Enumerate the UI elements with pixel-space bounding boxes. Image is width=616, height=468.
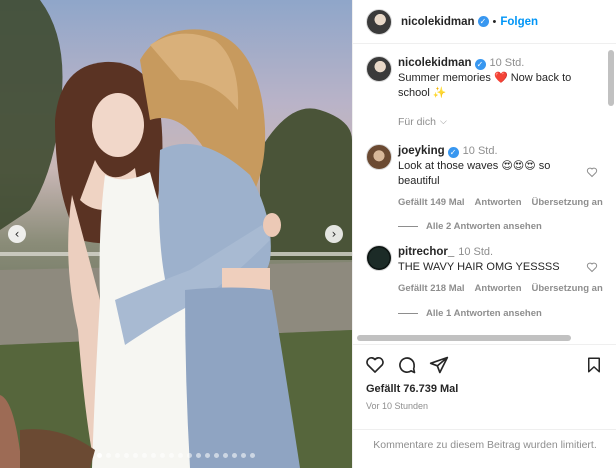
caption-text: Summer memories ❤️ Now back to school ✨ xyxy=(398,72,572,99)
comment-time: 10 Std. xyxy=(458,246,494,258)
carousel-dot xyxy=(250,453,255,458)
carousel-dot xyxy=(142,453,147,458)
carousel-dot xyxy=(151,453,156,458)
carousel-dot xyxy=(187,453,192,458)
avatar[interactable] xyxy=(366,8,392,35)
carousel-dot xyxy=(223,453,228,458)
carousel-next-button[interactable]: › xyxy=(325,225,343,243)
carousel-dot xyxy=(205,453,210,458)
author-username[interactable]: nicolekidman xyxy=(401,16,475,28)
verified-icon: ✓ xyxy=(447,147,459,158)
translate-toggle[interactable]: Für dich ⌵ xyxy=(398,115,603,130)
translate-button[interactable]: Übersetzung an xyxy=(532,195,603,210)
carousel-dot xyxy=(196,453,201,458)
comment-text: Look at those waves 😍😍😍 so beautiful xyxy=(398,160,551,187)
chevron-right-icon: › xyxy=(331,227,337,241)
verified-icon: ✓ xyxy=(474,59,486,70)
chevron-down-icon: ⌵ xyxy=(439,117,447,127)
view-replies-button[interactable]: Alle 2 Antworten ansehen xyxy=(398,221,542,232)
vertical-scrollbar[interactable] xyxy=(608,50,614,106)
view-replies-label: Alle 2 Antworten ansehen xyxy=(426,221,542,232)
heart-icon[interactable] xyxy=(586,261,598,273)
like-count[interactable]: Gefällt 76.739 Mal xyxy=(366,383,458,395)
post-sidebar: nicolekidman ✓ • Folgen nicolekidman ✓ 10 … xyxy=(352,0,616,468)
comments-list[interactable]: nicolekidman ✓ 10 Std. Summer memories ❤️ … xyxy=(353,44,616,340)
photo-scene xyxy=(0,0,352,468)
verified-icon: ✓ xyxy=(477,16,489,27)
comment-time: 10 Std. xyxy=(462,145,498,157)
follow-separator: • xyxy=(492,15,497,28)
carousel-prev-button[interactable]: ‹ xyxy=(8,225,26,243)
translate-label: Für dich xyxy=(398,116,436,128)
caption: nicolekidman ✓ 10 Std. Summer memories ❤️ … xyxy=(366,56,606,136)
carousel-dot xyxy=(214,453,219,458)
post-photo[interactable]: ‹ › xyxy=(0,0,352,468)
carousel-dot xyxy=(97,453,102,458)
avatar[interactable] xyxy=(366,144,392,170)
caption-username[interactable]: nicolekidman xyxy=(398,57,472,69)
post-actions: Gefällt 76.739 Mal Vor 10 Stunden Kommen… xyxy=(353,344,616,468)
share-icon[interactable] xyxy=(429,355,449,375)
carousel-dot xyxy=(106,453,111,458)
carousel-dot xyxy=(169,453,174,458)
view-replies-button[interactable]: Alle 1 Antworten ansehen xyxy=(398,308,542,319)
comment-text: THE WAVY HAIR OMG YESSSS xyxy=(398,261,560,273)
post-timestamp[interactable]: Vor 10 Stunden xyxy=(366,401,428,411)
follow-button[interactable]: Folgen xyxy=(500,16,538,28)
comment-username[interactable]: pitrechor_ xyxy=(398,246,454,258)
carousel-dot xyxy=(124,453,129,458)
bookmark-icon[interactable] xyxy=(585,355,603,375)
comment-likes[interactable]: Gefällt 149 Mal xyxy=(398,195,465,210)
comments-limited-notice: Kommentare zu diesem Beitrag wurden limi… xyxy=(353,429,616,453)
chevron-left-icon: ‹ xyxy=(14,227,20,241)
horizontal-scrollbar[interactable] xyxy=(357,335,571,341)
carousel-dot xyxy=(115,453,120,458)
comment-username[interactable]: joeyking xyxy=(398,145,445,157)
caption-time: 10 Std. xyxy=(489,57,525,69)
view-replies-label: Alle 1 Antworten ansehen xyxy=(426,308,542,319)
avatar[interactable] xyxy=(366,56,392,82)
carousel-dot xyxy=(241,453,246,458)
reply-button[interactable]: Antworten xyxy=(475,281,522,296)
post-header: nicolekidman ✓ • Folgen xyxy=(353,0,616,44)
heart-icon[interactable] xyxy=(586,166,598,178)
divider xyxy=(398,313,418,314)
translate-button[interactable]: Übersetzung an xyxy=(532,281,603,296)
carousel-dot xyxy=(133,453,138,458)
divider xyxy=(398,226,418,227)
carousel-dots xyxy=(0,453,352,458)
comment-icon[interactable] xyxy=(397,355,417,375)
comment-likes[interactable]: Gefällt 218 Mal xyxy=(398,281,465,296)
heart-icon[interactable] xyxy=(365,355,385,375)
reply-button[interactable]: Antworten xyxy=(475,195,522,210)
carousel-dot xyxy=(160,453,165,458)
carousel-dot xyxy=(232,453,237,458)
avatar[interactable] xyxy=(366,245,392,271)
carousel-dot xyxy=(178,453,183,458)
